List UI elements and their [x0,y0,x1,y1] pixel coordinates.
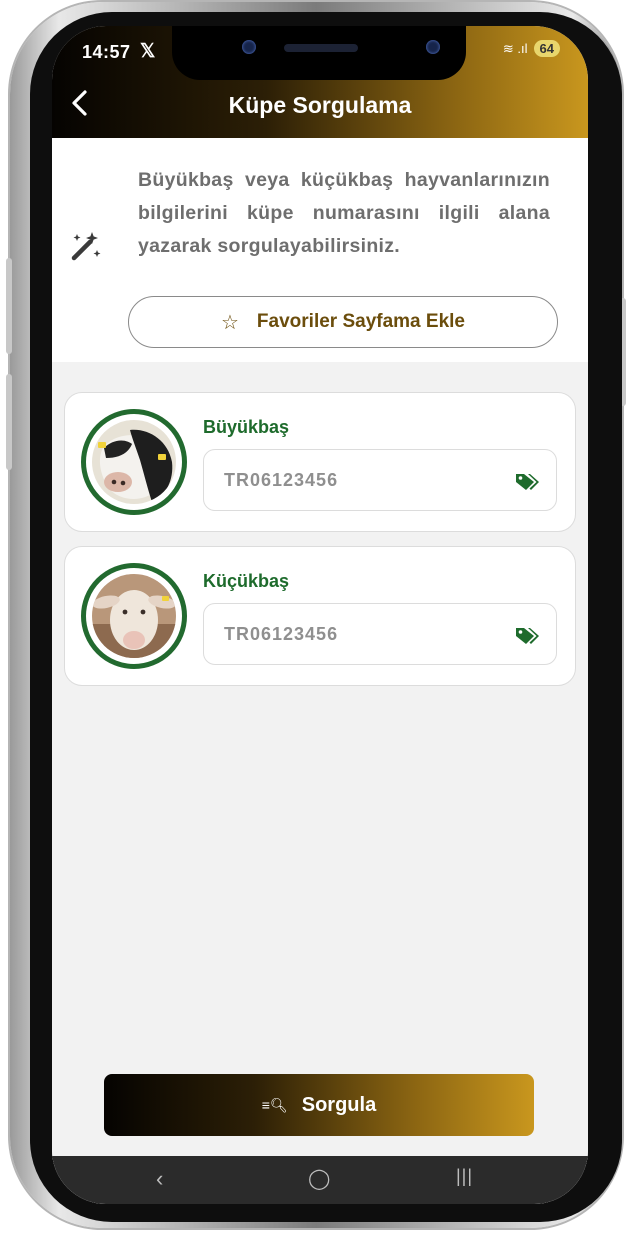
query-button[interactable]: ≡🔍︎ Sorgula [104,1074,534,1136]
sensor-icon [426,40,440,54]
star-icon: ☆ [220,311,239,334]
cattle-card: Büyükbaş TR06123456 [64,392,576,532]
cattle-ear-tag-input[interactable]: TR06123456 [203,449,557,511]
sheep-card: Küçükbaş TR06123456 [64,546,576,686]
volume-button [6,258,12,354]
cattle-input-placeholder: TR06123456 [224,469,339,490]
x-logo-icon: 𝕏 [140,41,156,62]
query-button-label: Sorgula [301,1093,377,1116]
magic-wand-icon [71,232,101,261]
add-to-favorites-button[interactable]: ☆ Favoriler Sayfama Ekle [128,296,558,348]
favorites-button-label: Favoriler Sayfama Ekle [256,311,465,332]
search-list-icon: ≡🔍︎ [261,1096,288,1113]
status-indicators: ≋ .ıl 64 [503,40,560,57]
tags-icon [516,474,539,490]
signal-icon: ≋ .ıl [502,40,528,56]
volume-button [6,374,12,470]
page-title: Küpe Sorgulama [228,92,412,118]
nav-home-button[interactable]: ◯ [308,1166,330,1191]
battery-badge: 64 [533,40,560,57]
app-screen: 14:57 𝕏 ≋ .ıl 64 Küpe Sorgulama Büyükbaş… [52,26,588,1204]
sheep-avatar [81,563,187,669]
nav-recents-button[interactable]: ||| [456,1166,473,1187]
speaker-grille [284,44,358,52]
cattle-avatar [81,409,187,515]
sheep-image [92,574,176,658]
system-navigation-bar: ‹ ◯ ||| [52,1156,588,1204]
app-header: 14:57 𝕏 ≋ .ıl 64 Küpe Sorgulama [52,26,588,138]
cow-image [92,420,176,504]
tags-icon [516,628,539,644]
camera-notch [172,26,466,80]
cattle-label: Büyükbaş [203,417,290,437]
nav-back-button[interactable]: ‹ [156,1166,163,1192]
sheep-input-placeholder: TR06123456 [224,623,339,644]
camera-icon [242,40,256,54]
sheep-label: Küçükbaş [203,571,290,591]
status-time: 14:57 [82,42,131,62]
sheep-ear-tag-input[interactable]: TR06123456 [203,603,557,665]
info-description: Büyükbaş veya küçükbaş hayvanlarınızın b… [138,169,550,257]
